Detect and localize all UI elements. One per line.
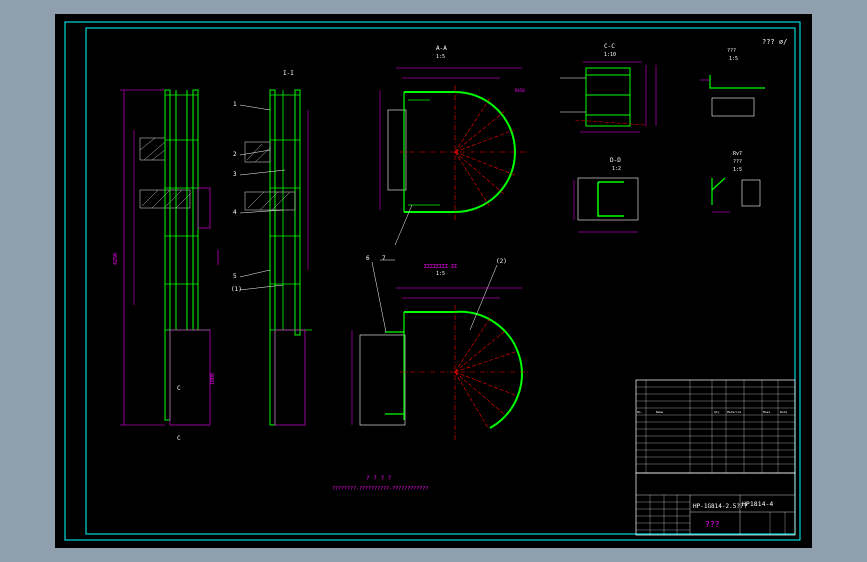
dim-total: 4250 bbox=[113, 253, 119, 265]
section-cc-title: C-C bbox=[604, 43, 615, 50]
section-dd-scale: 1:2 bbox=[612, 166, 621, 172]
label-c: C bbox=[177, 385, 181, 392]
section-dd-title: D-D bbox=[610, 157, 621, 164]
dim-lower: 1000 bbox=[210, 373, 216, 385]
callout-5: 5 bbox=[233, 273, 237, 280]
cad-drawing: ??? ⌀/ 4250 1000 C C I-I 1 2 3 4 5 (1) A… bbox=[0, 0, 867, 562]
plan-upper-title: A-A bbox=[436, 45, 447, 52]
detail-2-subtitle: ??? bbox=[733, 159, 742, 165]
detail-1-title: ??? bbox=[727, 48, 736, 54]
plan-upper-radius: R450 bbox=[515, 88, 525, 93]
plan-lower-title: ΣΣΣΣΣΣΣΣ-ΣΣ bbox=[424, 264, 457, 270]
callout-1: 1 bbox=[233, 101, 237, 108]
callout-2b: (2) bbox=[496, 258, 507, 265]
callout-1b: (1) bbox=[231, 286, 242, 293]
corner-note: ??? ⌀/ bbox=[762, 38, 787, 46]
drawing-name: HP-1G814-2.5??? bbox=[693, 503, 748, 510]
section-cc-scale: 1:10 bbox=[604, 52, 616, 58]
callout-4: 4 bbox=[233, 209, 237, 216]
plan-lower-scale: 1:5 bbox=[436, 271, 445, 277]
table-header-no: No. bbox=[637, 410, 643, 414]
plan-upper-scale: 1:5 bbox=[436, 54, 445, 60]
label-c-bottom: C bbox=[177, 435, 181, 442]
detail-1-scale: 1:5 bbox=[729, 56, 738, 62]
callout-3: 3 bbox=[233, 171, 237, 178]
company-name: ??? bbox=[705, 520, 720, 529]
callout-6: 6 bbox=[366, 255, 370, 262]
table-header-name: Name bbox=[656, 410, 663, 414]
callout-2: 2 bbox=[233, 151, 237, 158]
side-title: I-I bbox=[283, 70, 294, 77]
table-header-mass: Mass bbox=[763, 410, 770, 414]
table-header-material: Material bbox=[727, 410, 742, 414]
notes-body: ????????-??????????-???????????? bbox=[332, 486, 428, 492]
detail-2-scale: 1:5 bbox=[733, 167, 742, 173]
table-header-qty: Qty bbox=[714, 410, 720, 414]
detail-2-title: Rv7 bbox=[733, 151, 742, 157]
sheet bbox=[55, 14, 812, 548]
cad-viewport[interactable]: ??? ⌀/ 4250 1000 C C I-I 1 2 3 4 5 (1) A… bbox=[0, 0, 867, 562]
notes-title: ? ? ? ? bbox=[366, 475, 392, 482]
table-header-note: Note bbox=[780, 410, 787, 414]
callout-7: 7 bbox=[382, 255, 386, 262]
